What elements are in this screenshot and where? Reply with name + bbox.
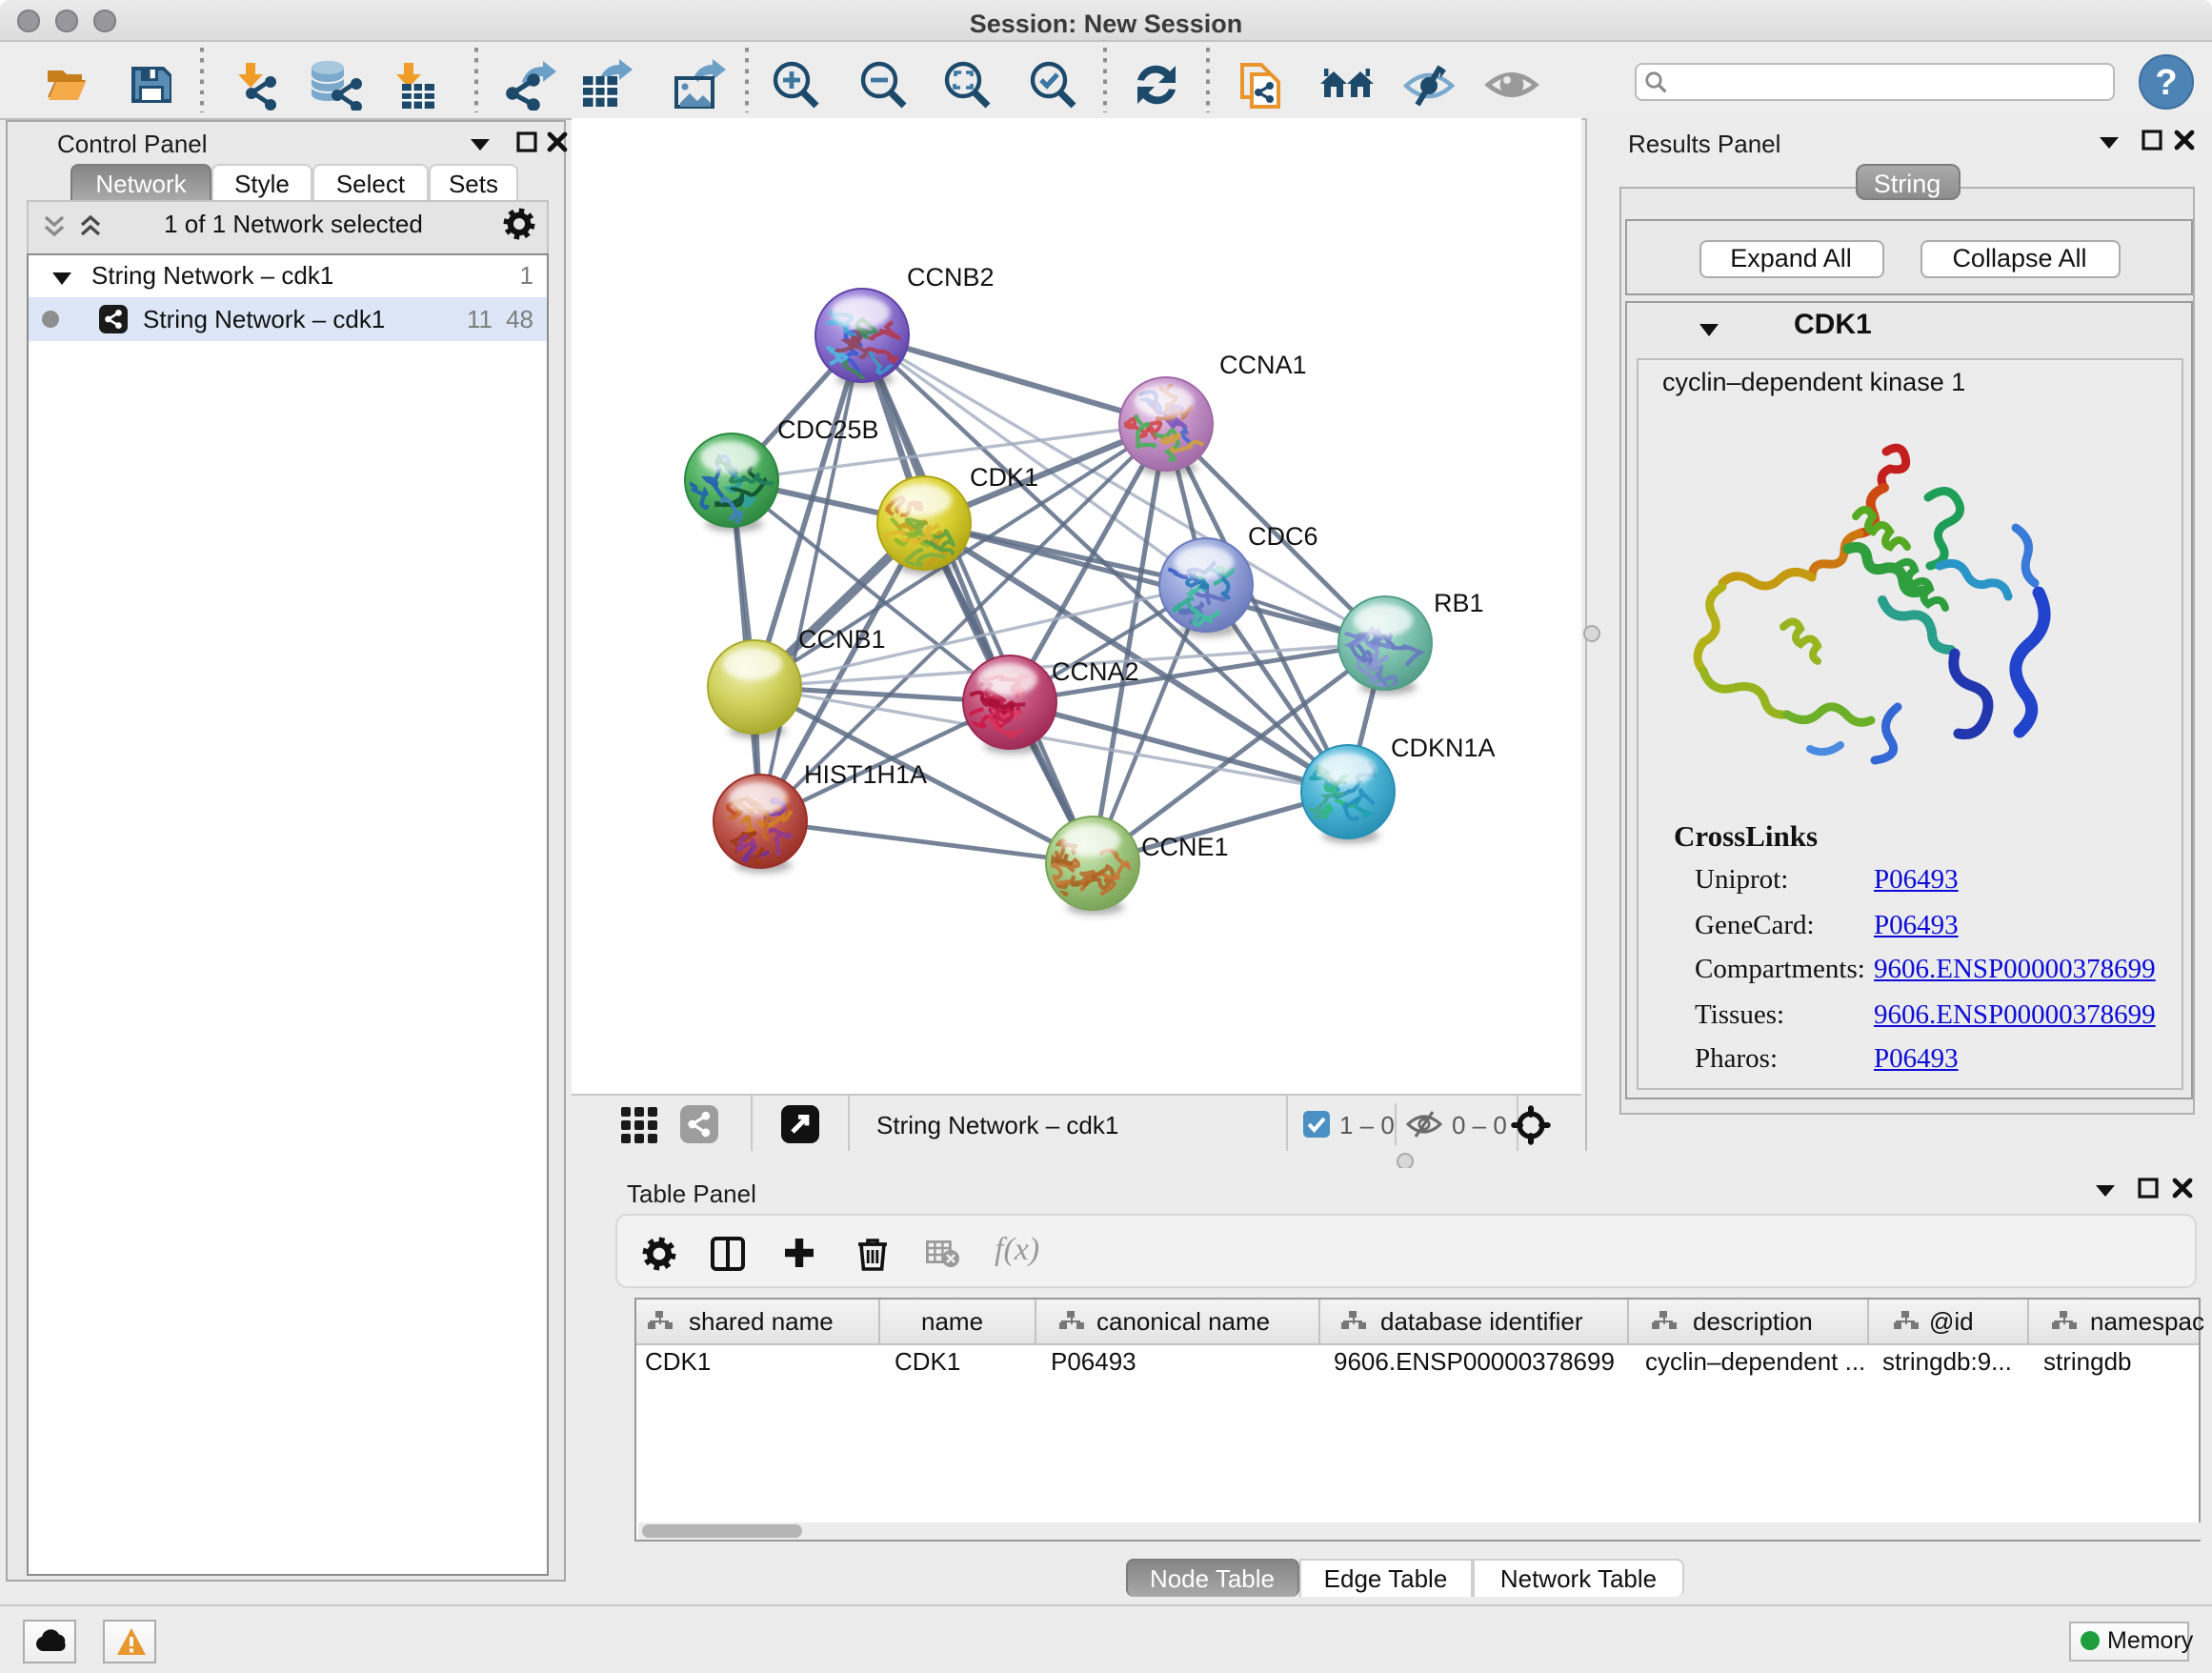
- svg-text:CDC25B: CDC25B: [777, 415, 879, 444]
- svg-text:HIST1H1A: HIST1H1A: [804, 760, 927, 789]
- svg-text:CCNB1: CCNB1: [798, 625, 886, 654]
- svg-text:CCNE1: CCNE1: [1141, 833, 1229, 861]
- svg-text:RB1: RB1: [1434, 589, 1484, 617]
- svg-text:CDKN1A: CDKN1A: [1391, 734, 1496, 762]
- svg-text:CDC6: CDC6: [1248, 522, 1318, 551]
- svg-text:CCNA1: CCNA1: [1219, 351, 1307, 379]
- svg-text:CCNA2: CCNA2: [1052, 657, 1139, 686]
- svg-text:CDK1: CDK1: [970, 463, 1038, 492]
- svg-text:CCNB2: CCNB2: [907, 263, 995, 292]
- svg-text:?: ?: [2155, 63, 2177, 103]
